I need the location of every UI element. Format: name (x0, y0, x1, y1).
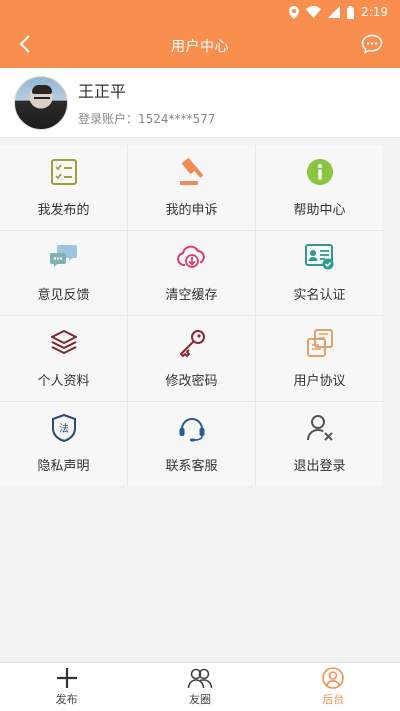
menu-privacy[interactable]: 法 隐私声明 (0, 401, 127, 486)
menu-label: 联系客服 (165, 459, 218, 475)
plus-icon (56, 667, 78, 689)
status-time: 2:19 (361, 5, 388, 19)
profile-account: 登录账户：1524****577 (78, 112, 216, 126)
menu-label: 退出登录 (293, 459, 346, 475)
menu-grid: 我发布的 我的申诉 帮助中心 意见反馈 清空缓存 实名认证 个人资料 修改密码 … (0, 145, 383, 486)
wifi-icon (306, 6, 322, 18)
headset-icon (177, 413, 207, 443)
menu-label: 个人资料 (37, 373, 90, 389)
menu-label: 我的申诉 (165, 202, 218, 218)
chevron-left-icon (18, 34, 32, 58)
nav-label: 发布 (55, 693, 78, 706)
key-icon (177, 328, 207, 358)
location-icon (289, 5, 300, 19)
profile-name: 王正平 (78, 82, 127, 101)
profile-header[interactable]: 王正平 登录账户：1524****577 (0, 68, 400, 138)
chat-bubbles-icon (49, 242, 79, 272)
info-icon (305, 157, 335, 187)
user-remove-icon (305, 413, 335, 443)
menu-help-center[interactable]: 帮助中心 (256, 145, 383, 230)
menu-label: 隐私声明 (37, 459, 90, 475)
svg-text:法: 法 (59, 422, 69, 435)
menu-change-password[interactable]: 修改密码 (128, 316, 255, 401)
menu-user-agreement[interactable]: 用户协议 (256, 316, 383, 401)
nav-label: 友圈 (188, 693, 211, 706)
app-bar: 用户中心 (0, 24, 400, 68)
cloud-download-icon (176, 242, 207, 272)
menu-clear-cache[interactable]: 清空缓存 (128, 230, 255, 315)
nav-friends[interactable]: 友圈 (133, 663, 266, 711)
menu-logout[interactable]: 退出登录 (256, 401, 383, 486)
menu-my-posts[interactable]: 我发布的 (0, 145, 127, 230)
menu-label: 我发布的 (37, 202, 90, 218)
back-button[interactable] (10, 31, 40, 61)
gavel-icon (177, 157, 207, 187)
message-dots-icon (361, 34, 383, 58)
layers-icon (49, 328, 79, 358)
user-circle-icon (322, 667, 345, 689)
menu-label: 用户协议 (293, 373, 346, 389)
checklist-icon (49, 157, 79, 187)
nav-label: 后台 (322, 693, 345, 706)
battery-icon (347, 5, 355, 19)
agreement-icon (305, 328, 335, 358)
id-card-icon (304, 242, 335, 272)
nav-publish[interactable]: 发布 (0, 663, 133, 711)
menu-profile[interactable]: 个人资料 (0, 316, 127, 401)
bottom-nav: 发布 友圈 后台 (0, 662, 400, 711)
page-title: 用户中心 (171, 39, 229, 55)
menu-label: 意见反馈 (37, 288, 90, 304)
menu-my-appeals[interactable]: 我的申诉 (128, 145, 255, 230)
avatar[interactable] (14, 75, 68, 130)
nav-backend[interactable]: 后台 (267, 663, 400, 711)
menu-customer-service[interactable]: 联系客服 (128, 401, 255, 486)
law-shield-icon: 法 (49, 413, 79, 443)
menu-label: 清空缓存 (165, 288, 218, 304)
menu-label: 帮助中心 (293, 202, 346, 218)
signal-icon (328, 6, 341, 18)
menu-label: 实名认证 (293, 288, 346, 304)
status-bar: 2:19 (0, 0, 400, 24)
menu-label: 修改密码 (165, 373, 218, 389)
menu-feedback[interactable]: 意见反馈 (0, 230, 127, 315)
message-button[interactable] (358, 32, 386, 60)
friends-icon (187, 667, 213, 689)
menu-real-name-auth[interactable]: 实名认证 (256, 230, 383, 315)
